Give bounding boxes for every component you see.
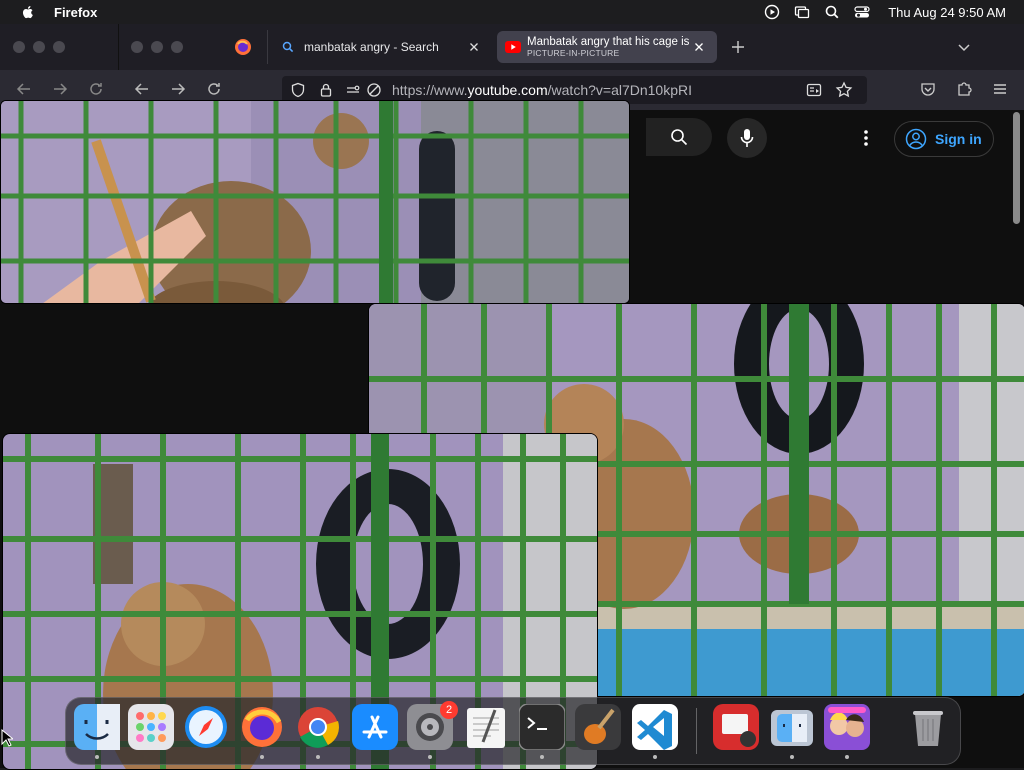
reader-view-icon[interactable] — [806, 82, 822, 98]
dock-chrome-icon[interactable] — [295, 704, 341, 750]
now-playing-icon[interactable] — [764, 4, 780, 20]
permissions-icon[interactable] — [345, 82, 361, 98]
running-indicator — [790, 755, 794, 759]
tab-youtube-pip[interactable]: Manbatak angry that his cage is PICTURE-… — [497, 31, 717, 63]
close-tab-icon[interactable] — [466, 39, 482, 55]
tracking-protection-shield-icon[interactable] — [290, 82, 306, 98]
back-arrow-icon[interactable] — [133, 80, 151, 98]
window-close-button[interactable] — [13, 41, 25, 53]
dock-photo-booth-icon[interactable] — [713, 704, 759, 750]
apple-menu-icon[interactable] — [20, 4, 36, 20]
dock-garageband-icon[interactable] — [575, 704, 621, 750]
dock-safari-icon[interactable] — [183, 704, 229, 750]
app-name-menu[interactable]: Firefox — [54, 5, 97, 20]
running-indicator — [540, 755, 544, 759]
extensions-puzzle-icon[interactable] — [956, 81, 972, 97]
running-indicator — [653, 755, 657, 759]
bookmark-star-icon[interactable] — [835, 81, 853, 99]
back-arrow-icon[interactable] — [15, 80, 33, 98]
dock-app-store-icon[interactable] — [352, 704, 398, 750]
window-minimize-button[interactable] — [33, 41, 45, 53]
autoplay-blocked-icon[interactable] — [366, 82, 382, 98]
dock-finder-window-icon[interactable] — [769, 704, 815, 750]
monkey-in-cage-video-frame — [1, 101, 629, 303]
dock-firefox-icon[interactable] — [239, 704, 285, 750]
running-indicator — [260, 755, 264, 759]
firefox-view-icon[interactable] — [234, 38, 252, 56]
notification-badge: 2 — [440, 701, 458, 719]
new-tab-icon[interactable] — [730, 39, 746, 55]
dock-game-icon[interactable] — [824, 704, 870, 750]
reload-icon[interactable] — [87, 80, 105, 98]
control-center-icon[interactable] — [854, 4, 870, 20]
menu-bar: Firefox Thu Aug 24 9:50 AM — [0, 0, 1024, 24]
dock-terminal-icon[interactable] — [518, 703, 566, 751]
pip-video-window[interactable] — [0, 100, 630, 304]
page-scrollbar[interactable] — [1013, 112, 1020, 224]
dock — [65, 697, 961, 765]
running-indicator — [95, 755, 99, 759]
url-text[interactable]: https://www.youtube.com/watch?v=al7Dn10k… — [392, 82, 692, 98]
lock-icon[interactable] — [318, 82, 334, 98]
sign-in-button[interactable]: Sign in — [894, 121, 994, 157]
tab-manbatak-search[interactable]: manbatak angry - Search — [270, 31, 492, 63]
list-all-tabs-chevron-down-icon[interactable] — [956, 39, 972, 55]
close-tab-icon[interactable] — [691, 39, 707, 55]
more-options-kebab-icon[interactable] — [858, 126, 874, 150]
pocket-icon[interactable] — [920, 81, 936, 97]
screen-mirroring-icon[interactable] — [794, 4, 810, 20]
app-menu-hamburger-icon[interactable] — [992, 81, 1008, 97]
dock-separator — [696, 708, 697, 754]
dock-launchpad-icon[interactable] — [128, 704, 174, 750]
search-icon — [671, 129, 688, 146]
running-indicator — [316, 755, 320, 759]
search-icon — [282, 41, 294, 53]
window2-minimize-button[interactable] — [151, 41, 163, 53]
tab-title: manbatak angry - Search — [304, 40, 439, 54]
dock-textedit-icon[interactable] — [463, 704, 509, 750]
spotlight-search-icon[interactable] — [824, 4, 840, 20]
dock-vscode-icon[interactable] — [632, 704, 678, 750]
account-circle-icon — [905, 128, 927, 150]
window2-close-button[interactable] — [131, 41, 143, 53]
tab-title: Manbatak angry that his cage is — [527, 36, 690, 48]
youtube-search-button[interactable] — [646, 118, 712, 156]
window-edge-divider — [118, 24, 119, 70]
forward-arrow-icon[interactable] — [51, 80, 69, 98]
running-indicator — [845, 755, 849, 759]
voice-search-button[interactable] — [727, 118, 767, 158]
microphone-icon — [740, 129, 754, 147]
tab-divider — [267, 30, 268, 64]
running-indicator — [428, 755, 432, 759]
sign-in-label: Sign in — [935, 131, 982, 147]
tab-subtitle: PICTURE-IN-PICTURE — [527, 47, 620, 58]
menu-bar-clock[interactable]: Thu Aug 24 9:50 AM — [888, 5, 1006, 20]
dock-finder-icon[interactable] — [74, 704, 120, 750]
window2-zoom-button[interactable] — [171, 41, 183, 53]
reload-icon[interactable] — [205, 80, 223, 98]
youtube-icon — [505, 41, 521, 53]
forward-arrow-icon[interactable] — [169, 80, 187, 98]
dock-trash-icon[interactable] — [905, 704, 951, 750]
mouse-pointer-icon — [1, 729, 13, 747]
window-zoom-button[interactable] — [53, 41, 65, 53]
